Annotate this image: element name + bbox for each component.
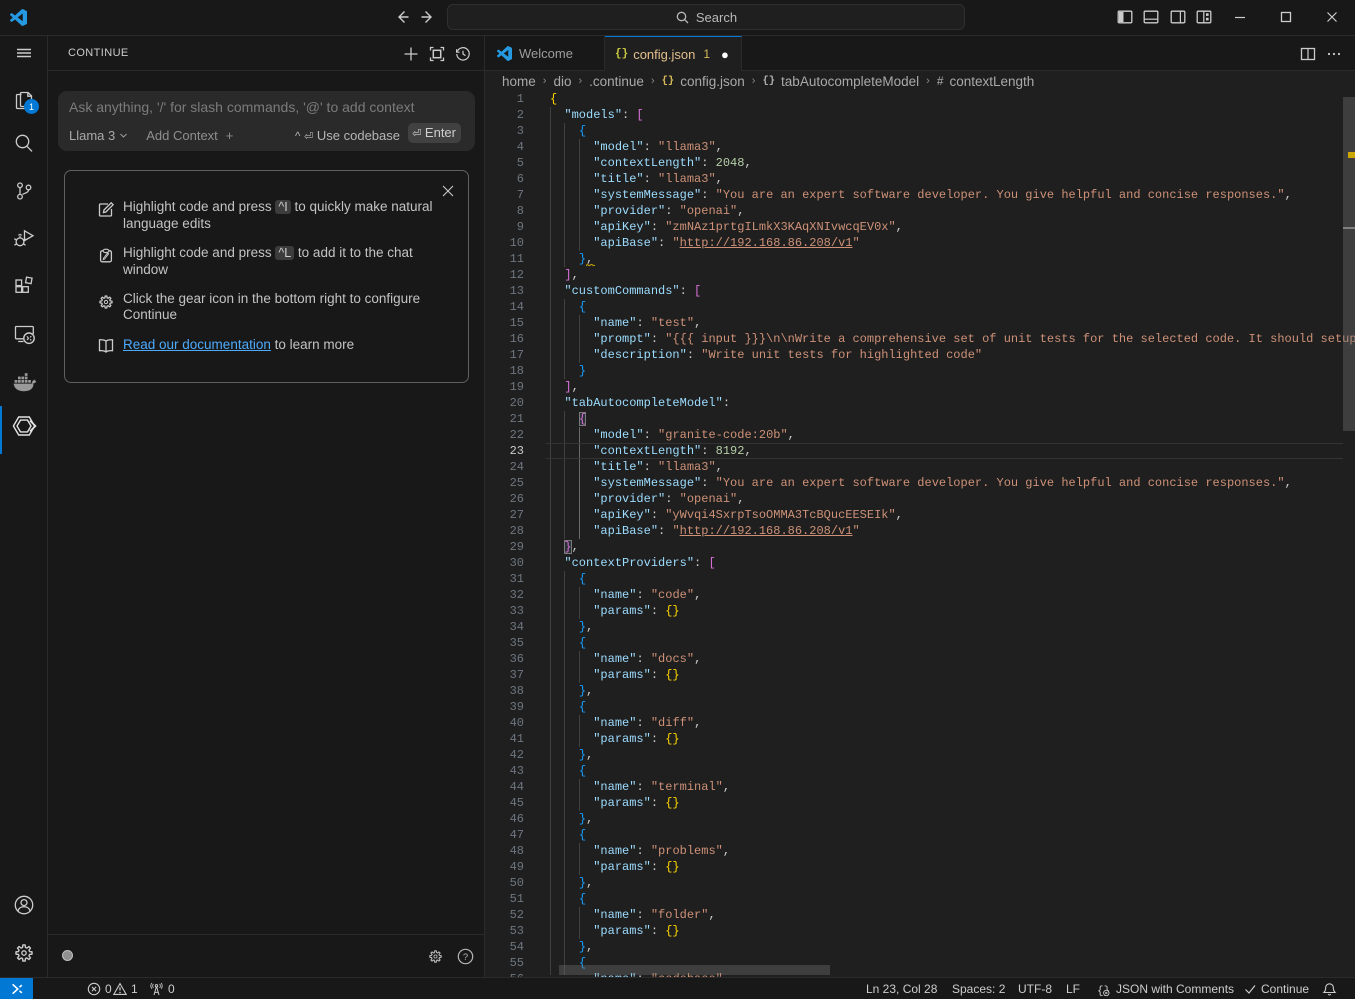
- svg-text:?: ?: [463, 952, 468, 963]
